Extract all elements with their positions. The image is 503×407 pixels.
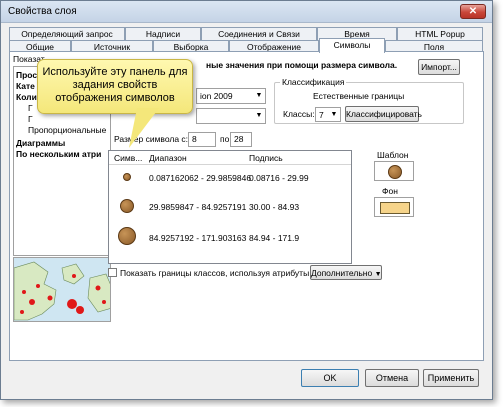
- value-field-value: ion 2009: [200, 91, 233, 101]
- tree-item-features[interactable]: Прос: [16, 70, 37, 80]
- classes-combo[interactable]: 7 ▼: [315, 107, 341, 122]
- classification-method: Естественные границы: [313, 91, 405, 101]
- template-symbol-button[interactable]: [374, 161, 414, 181]
- classification-group: Классификация Естественные границы Класс…: [274, 77, 464, 124]
- layer-properties-window: Свойства слоя ✕ Определяющий запрос Надп…: [0, 0, 493, 400]
- window-title: Свойства слоя: [8, 6, 77, 17]
- list-item[interactable]: 29.9859847 - 84.9257191 30.00 - 84.93: [109, 193, 351, 219]
- show-class-bounds-label: Показать границы классов, используя атри…: [120, 268, 310, 278]
- range-value[interactable]: 0.087162062 - 29.9859846: [149, 173, 251, 183]
- list-header: Симв... Диапазон Подпись: [109, 151, 351, 165]
- tab-labels[interactable]: Надписи: [125, 27, 201, 40]
- tree-item-charts[interactable]: Диаграммы: [16, 138, 65, 148]
- symbol-swatch[interactable]: [123, 173, 131, 181]
- chevron-down-icon: ▼: [330, 111, 338, 118]
- template-symbol-swatch: [388, 165, 402, 179]
- label-value[interactable]: 84.94 - 171.9: [249, 233, 299, 243]
- background-label: Фон: [382, 186, 398, 196]
- advanced-label: Дополнительно: [311, 268, 373, 278]
- panel-heading: ные значения при помощи размера символа.: [206, 60, 398, 70]
- show-class-bounds-checkbox[interactable]: [108, 268, 117, 277]
- list-item[interactable]: 84.9257192 - 171.903163 84.94 - 171.9: [109, 223, 351, 249]
- tree-item-categories[interactable]: Кате: [16, 81, 35, 91]
- tree-item-quantities[interactable]: Коли: [16, 92, 37, 102]
- column-symbol[interactable]: Симв...: [114, 153, 142, 163]
- apply-button[interactable]: Применить: [423, 369, 479, 387]
- title-bar: Свойства слоя ✕: [1, 1, 492, 23]
- list-item[interactable]: 0.087162062 - 29.9859846 0.08716 - 29.99: [109, 165, 351, 191]
- tab-html-popup[interactable]: HTML Popup: [397, 27, 483, 40]
- ok-button[interactable]: OK: [301, 369, 359, 387]
- classes-value: 7: [319, 110, 324, 120]
- tree-item-graduated-colors[interactable]: Г: [28, 103, 33, 113]
- template-group: Шаблон: [372, 150, 418, 182]
- classify-button[interactable]: Классифицировать: [345, 106, 422, 122]
- import-button[interactable]: Импорт...: [418, 59, 460, 75]
- background-symbol-button[interactable]: [374, 197, 414, 217]
- label-value[interactable]: 0.08716 - 29.99: [249, 173, 309, 183]
- classes-label: Классы:: [283, 109, 315, 119]
- close-button[interactable]: ✕: [460, 4, 486, 19]
- background-group: Фон: [372, 186, 418, 218]
- symbol-size-to-input[interactable]: 28: [230, 132, 252, 147]
- cancel-button[interactable]: Отмена: [365, 369, 419, 387]
- chevron-down-icon: ▼: [374, 271, 382, 278]
- close-icon: ✕: [468, 6, 478, 17]
- classes-list: Симв... Диапазон Подпись 0.087162062 - 2…: [108, 150, 352, 264]
- normalization-combo[interactable]: ▼: [196, 108, 266, 124]
- tab-joins-relates[interactable]: Соединения и Связи: [201, 27, 317, 40]
- chevron-down-icon: ▼: [255, 112, 263, 119]
- range-value[interactable]: 29.9859847 - 84.9257191: [149, 202, 246, 212]
- tree-item-graduated-symbols[interactable]: Г: [28, 114, 33, 124]
- tab-definition-query[interactable]: Определяющий запрос: [9, 27, 125, 40]
- range-value[interactable]: 84.9257192 - 171.903163: [149, 233, 246, 243]
- chevron-down-icon: ▼: [255, 92, 263, 99]
- symbol-swatch[interactable]: [118, 227, 136, 245]
- map-preview: [13, 257, 111, 322]
- tabs-back-row: Определяющий запрос Надписи Соединения и…: [9, 27, 483, 40]
- column-range[interactable]: Диапазон: [149, 153, 187, 163]
- map-preview-image: [14, 261, 110, 321]
- background-swatch: [380, 202, 410, 214]
- tree-item-multiple-attributes[interactable]: По нескольким атри: [16, 149, 101, 159]
- symbol-size-from-input[interactable]: 8: [188, 132, 216, 147]
- symbol-swatch[interactable]: [120, 199, 134, 213]
- tab-symbology[interactable]: Символы: [319, 38, 385, 53]
- advanced-button[interactable]: Дополнительно ▼: [310, 265, 382, 280]
- value-field-combo[interactable]: ion 2009 ▼: [196, 88, 266, 104]
- classification-title: Классификация: [280, 77, 347, 87]
- label-value[interactable]: 30.00 - 84.93: [249, 202, 299, 212]
- column-label[interactable]: Подпись: [249, 153, 283, 163]
- help-callout: Используйте эту панель для задания свойс…: [37, 59, 193, 114]
- tree-item-proportional[interactable]: Пропорциональные: [28, 125, 106, 135]
- template-label: Шаблон: [377, 150, 409, 160]
